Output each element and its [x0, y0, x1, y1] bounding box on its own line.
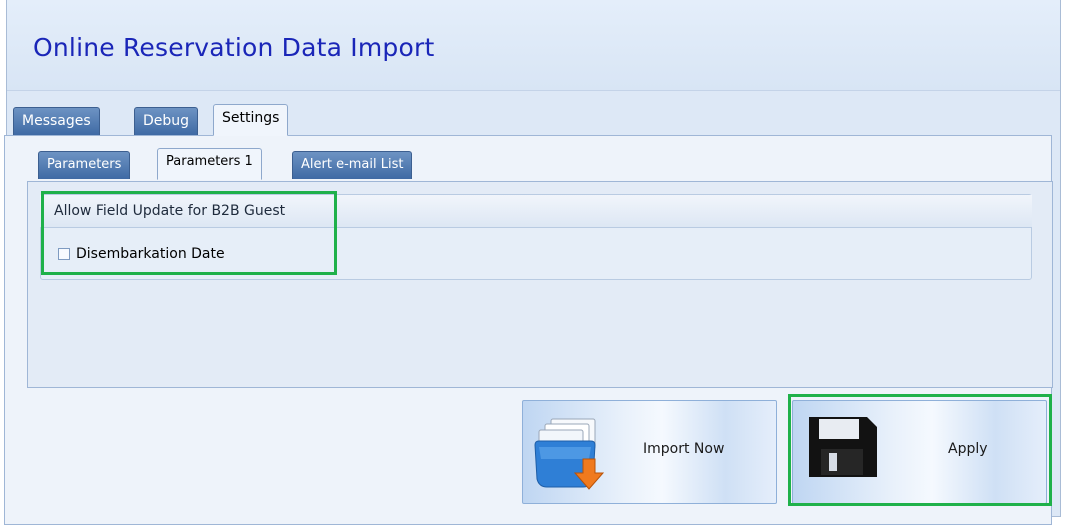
disembarkation-date-checkbox[interactable] — [58, 248, 70, 260]
tab-alert-email-list[interactable]: Alert e-mail List — [292, 151, 413, 179]
floppy-disk-icon — [807, 415, 879, 483]
tab-debug[interactable]: Debug — [134, 107, 199, 135]
apply-label: Apply — [948, 441, 988, 457]
folder-import-icon — [533, 415, 633, 497]
import-now-button[interactable]: Import Now — [522, 400, 777, 504]
import-now-label: Import Now — [643, 441, 725, 457]
apply-button[interactable]: Apply — [792, 400, 1047, 504]
tab-settings[interactable]: Settings — [213, 104, 289, 136]
tab-parameters-1[interactable]: Parameters 1 — [157, 148, 262, 180]
title-bar: Online Reservation Data Import — [7, 0, 1060, 91]
window-title: Online Reservation Data Import — [33, 33, 435, 62]
tab-parameters[interactable]: Parameters — [38, 151, 131, 179]
disembarkation-date-option[interactable]: Disembarkation Date — [58, 244, 225, 264]
disembarkation-date-label: Disembarkation Date — [76, 246, 225, 262]
tab-messages[interactable]: Messages — [13, 107, 100, 135]
group-header: Allow Field Update for B2B Guest — [40, 195, 1032, 228]
